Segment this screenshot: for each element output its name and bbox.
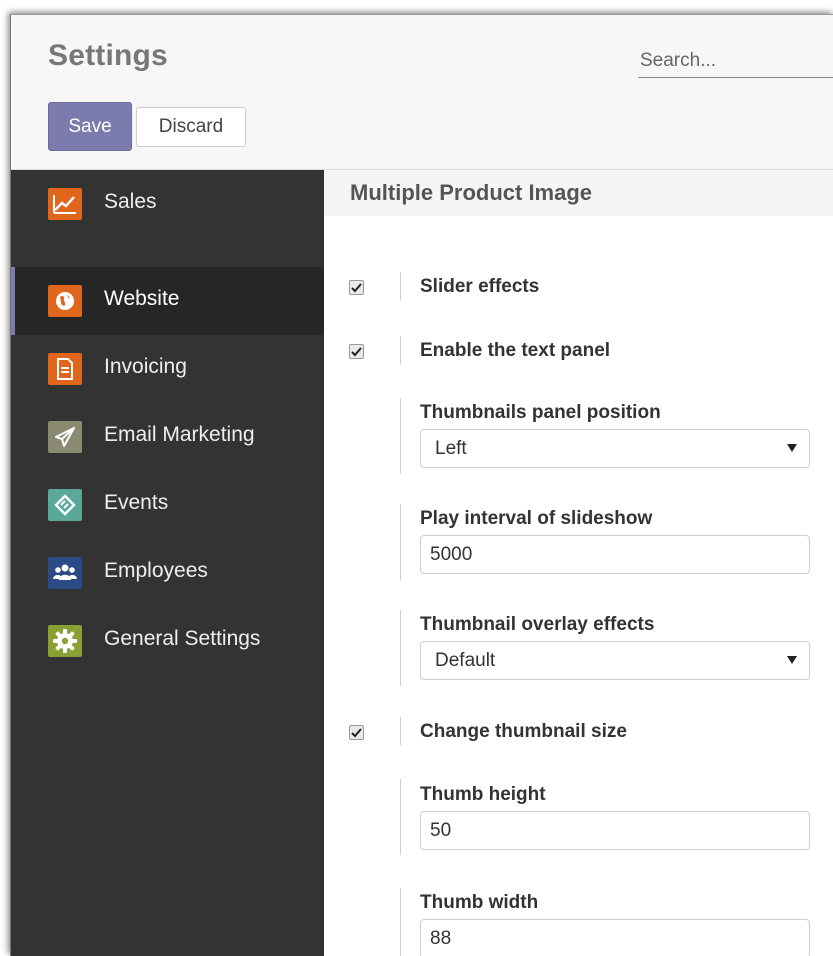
people-icon: [48, 557, 82, 589]
sidebar-item-label: Sales: [104, 190, 157, 213]
section-title: Multiple Product Image: [350, 180, 593, 205]
settings-sidebar: Sales Website Invoicing Email Marketing …: [11, 170, 324, 956]
sidebar-item-website[interactable]: Website: [11, 267, 324, 335]
slider-effects-checkbox[interactable]: [349, 280, 364, 295]
section-header: Multiple Product Image: [324, 170, 833, 216]
thumb-size-checkbox[interactable]: [349, 725, 364, 740]
invoice-document-icon: [48, 353, 82, 385]
thumb-width-label: Thumb width: [420, 892, 539, 913]
gear-icon: [48, 625, 82, 657]
sidebar-item-invoicing[interactable]: Invoicing: [11, 335, 324, 403]
overlay-effects-value: Default: [435, 650, 496, 671]
thumb-width-input[interactable]: 88: [420, 919, 810, 956]
overlay-effects-label: Thumbnail overlay effects: [420, 614, 655, 635]
divider: [400, 610, 401, 686]
text-panel-checkbox[interactable]: [349, 344, 364, 359]
sidebar-item-employees[interactable]: Employees: [11, 539, 324, 607]
sales-chart-icon: [48, 188, 82, 220]
sidebar-item-label: Events: [104, 491, 169, 514]
divider: [400, 504, 401, 580]
page-title: Settings: [48, 39, 168, 72]
play-interval-input[interactable]: 5000: [420, 535, 810, 574]
discard-button[interactable]: Discard: [136, 107, 246, 147]
sidebar-item-sales[interactable]: Sales: [11, 170, 324, 238]
thumb-position-label: Thumbnails panel position: [420, 402, 661, 423]
sidebar-item-label: Website: [104, 287, 180, 310]
globe-icon: [48, 285, 82, 317]
thumb-size-label: Change thumbnail size: [420, 721, 627, 742]
caret-down-icon: [787, 656, 797, 664]
checkmark-icon: [351, 282, 362, 292]
overlay-effects-select[interactable]: Default: [420, 641, 810, 680]
sidebar-item-label: Employees: [104, 559, 208, 582]
play-interval-label: Play interval of slideshow: [420, 508, 653, 529]
thumb-height-label: Thumb height: [420, 784, 546, 805]
caret-down-icon: [787, 444, 797, 452]
checkmark-icon: [351, 727, 362, 737]
sidebar-item-events[interactable]: Events: [11, 471, 324, 539]
divider: [400, 272, 401, 300]
control-panel: Settings Save Discard: [11, 15, 833, 170]
settings-content: Multiple Product Image Slider effects En…: [324, 170, 833, 956]
slider-effects-label: Slider effects: [420, 276, 540, 297]
thumb-position-value: Left: [435, 438, 467, 459]
sidebar-item-label: Invoicing: [104, 355, 187, 378]
text-panel-label: Enable the text panel: [420, 340, 611, 361]
sidebar-item-general-settings[interactable]: General Settings: [11, 607, 324, 675]
divider: [400, 717, 401, 745]
divider: [400, 336, 401, 364]
thumb-position-select[interactable]: Left: [420, 429, 810, 468]
save-button[interactable]: Save: [48, 102, 132, 151]
sidebar-item-label: General Settings: [104, 627, 261, 650]
thumb-height-input[interactable]: 50: [420, 811, 810, 850]
divider: [400, 398, 401, 474]
divider: [400, 779, 401, 855]
paper-plane-icon: [48, 421, 82, 453]
sidebar-item-email-marketing[interactable]: Email Marketing: [11, 403, 324, 471]
ticket-icon: [48, 489, 82, 521]
checkmark-icon: [351, 346, 362, 356]
sidebar-item-label: Email Marketing: [104, 423, 255, 446]
settings-window: Settings Save Discard Sales: [10, 14, 833, 956]
divider: [400, 888, 401, 956]
search-input[interactable]: [638, 44, 833, 78]
